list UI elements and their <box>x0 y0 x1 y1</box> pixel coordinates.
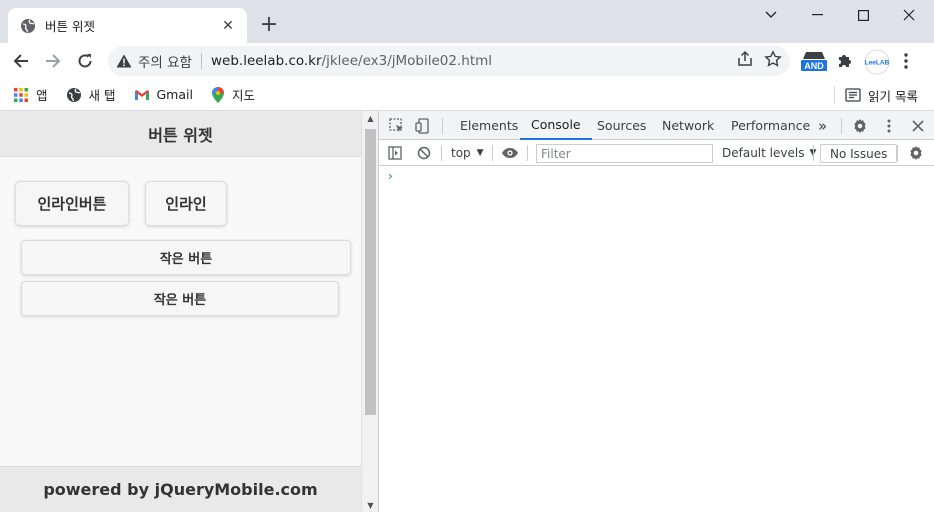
maximize-icon[interactable] <box>840 0 886 30</box>
issues-button[interactable]: No Issues <box>820 144 898 163</box>
web-page: 버튼 위젯 인라인버튼 인라인 작은 버튼 작은 버튼 powered by j… <box>0 111 361 512</box>
more-tabs-icon[interactable]: » <box>818 111 827 140</box>
tab-close-icon[interactable]: ✕ <box>219 17 237 35</box>
page-scrollbar[interactable]: ▲ ▼ <box>361 111 378 512</box>
log-levels-label: Default levels <box>722 146 805 160</box>
dropdown-arrow-icon: ▼ <box>476 148 484 158</box>
inspect-element-icon[interactable] <box>387 116 407 136</box>
device-toolbar-icon[interactable] <box>413 116 433 136</box>
devtools-close-icon[interactable] <box>908 116 928 136</box>
devtools-tab-bar: Elements Console Sources Network Perform… <box>379 111 934 140</box>
reload-icon[interactable] <box>72 48 98 74</box>
bookmark-gmail[interactable]: Gmail <box>134 87 193 102</box>
page-footer: powered by jQueryMobile.com <box>0 466 361 512</box>
console-separator <box>527 145 528 161</box>
bookmark-apps[interactable]: 앱 <box>13 85 48 104</box>
browser-toolbar: 주의 요함 web.leelab.co.kr/jklee/ex3/jMobile… <box>0 43 934 79</box>
console-separator <box>441 145 442 161</box>
forward-icon[interactable] <box>40 48 66 74</box>
share-icon[interactable] <box>736 50 754 72</box>
bookmark-label: 새 탭 <box>88 88 116 103</box>
scroll-up-arrow[interactable]: ▲ <box>362 111 379 125</box>
back-icon[interactable] <box>8 48 34 74</box>
globe-icon <box>21 18 35 33</box>
console-separator <box>492 145 493 161</box>
tab-search-icon[interactable] <box>748 0 794 30</box>
page-title: 버튼 위젯 <box>148 125 213 145</box>
minimize-icon[interactable] <box>794 0 840 30</box>
devtools-separator <box>841 118 842 134</box>
console-separator <box>897 145 898 161</box>
security-label: 주의 요함 <box>138 55 192 71</box>
context-selector[interactable]: top ▼ <box>451 140 484 166</box>
mini-button-1[interactable]: 작은 버튼 <box>21 240 351 275</box>
inline-button-2[interactable]: 인라인 <box>145 181 227 226</box>
tab-performance[interactable]: Performance <box>731 111 810 140</box>
tab-strip: 버튼 위젯 ✕ + <box>0 0 934 43</box>
new-tab-button[interactable]: + <box>258 14 280 36</box>
omnibox-actions <box>736 50 782 72</box>
bookmark-separator <box>834 86 836 104</box>
footer-text: powered by jQueryMobile.com <box>43 480 318 499</box>
scrollbar-thumb[interactable] <box>365 129 376 415</box>
url-path: /jklee/ex3/jMobile02.html <box>321 53 493 69</box>
tab-network[interactable]: Network <box>662 111 714 140</box>
puzzle-extensions-icon[interactable] <box>836 52 854 74</box>
tab-elements[interactable]: Elements <box>460 111 518 140</box>
omnibox-separator <box>200 53 202 69</box>
warning-icon <box>116 54 132 68</box>
bookmark-label: 지도 <box>231 88 255 103</box>
live-expression-eye-icon[interactable] <box>500 143 520 163</box>
bookmark-star-icon[interactable] <box>764 50 782 72</box>
clear-console-icon[interactable] <box>414 143 434 163</box>
leelab-text: LeeLAB <box>865 60 890 67</box>
and-extension-icon[interactable]: AND <box>800 49 828 77</box>
url-host: web.leelab.co.kr <box>210 53 322 69</box>
settings-gear-icon[interactable] <box>850 116 870 136</box>
tab-title: 버튼 위젯 <box>45 19 95 34</box>
browser-tab[interactable]: 버튼 위젯 ✕ <box>8 8 247 43</box>
reading-list-label: 읽기 목록 <box>868 88 918 104</box>
reading-list-icon <box>845 88 861 102</box>
security-warning[interactable]: 주의 요함 <box>116 51 192 71</box>
mini-button-2[interactable]: 작은 버튼 <box>21 281 339 316</box>
page-header: 버튼 위젯 <box>0 111 361 157</box>
bookmark-label: 앱 <box>36 88 48 103</box>
bookmark-new-tab[interactable]: 새 탭 <box>66 85 116 104</box>
address-bar[interactable]: 주의 요함 web.leelab.co.kr/jklee/ex3/jMobile… <box>108 46 790 76</box>
devtools-separator <box>442 118 443 134</box>
scroll-down-arrow[interactable]: ▼ <box>362 498 379 512</box>
console-prompt[interactable]: › <box>388 169 393 183</box>
inline-button-1[interactable]: 인라인버튼 <box>15 181 129 226</box>
sidebar-toggle-icon[interactable] <box>385 143 405 163</box>
globe-icon <box>66 87 82 103</box>
kebab-menu-icon[interactable] <box>903 52 909 74</box>
context-label: top <box>451 146 471 160</box>
maps-pin-icon <box>211 86 225 104</box>
url-text[interactable]: web.leelab.co.kr/jklee/ex3/jMobile02.htm… <box>211 53 492 69</box>
bookmarks-bar: 앱 새 탭 Gmail 지도 읽기 목록 <box>0 79 934 111</box>
gmail-icon <box>134 89 150 101</box>
devtools-menu-icon[interactable] <box>879 116 899 136</box>
reading-list[interactable]: 읽기 목록 <box>834 79 918 111</box>
tab-sources[interactable]: Sources <box>597 111 646 140</box>
console-toolbar: top ▼ Filter Default levels ▼ No Issues <box>379 140 934 166</box>
bookmark-maps[interactable]: 지도 <box>211 85 255 104</box>
filter-placeholder: Filter <box>541 146 571 161</box>
log-levels-dropdown[interactable]: Default levels ▼ <box>722 140 816 166</box>
and-badge-text: AND <box>804 61 824 71</box>
devtools-panel: Elements Console Sources Network Perform… <box>378 111 934 512</box>
apps-grid-icon <box>13 87 29 103</box>
console-separator <box>813 145 814 161</box>
console-filter-input[interactable]: Filter <box>536 144 713 163</box>
tab-console[interactable]: Console <box>520 111 592 140</box>
bookmark-label: Gmail <box>156 87 193 102</box>
console-settings-gear-icon[interactable] <box>906 143 926 163</box>
leelab-avatar[interactable]: LeeLAB <box>864 49 890 79</box>
close-window-icon[interactable] <box>886 0 932 30</box>
